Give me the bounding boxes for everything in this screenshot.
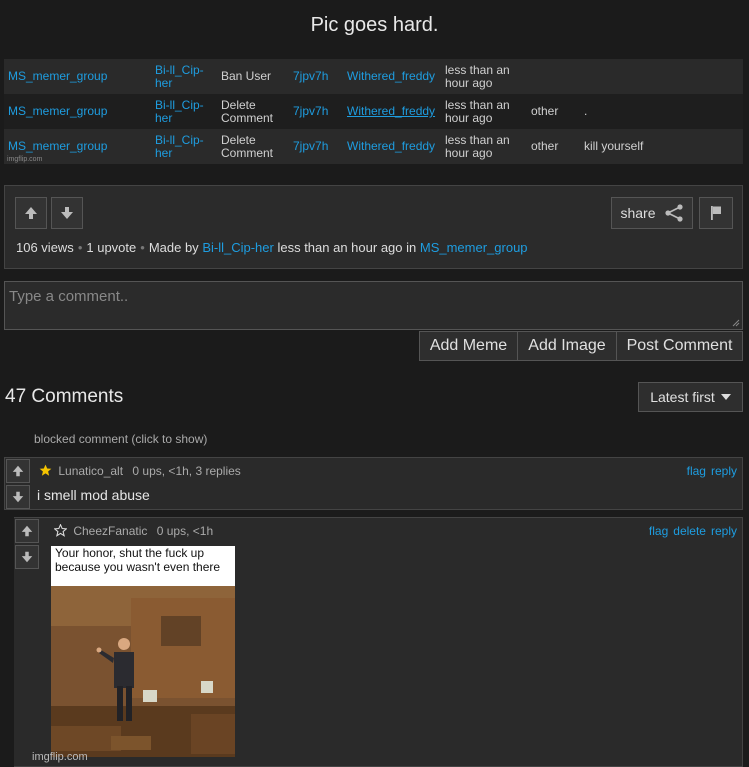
view-count: 106 views (16, 240, 74, 255)
upvote-button[interactable] (15, 197, 47, 229)
arrow-down-icon (21, 551, 33, 563)
sort-dropdown[interactable]: Latest first (638, 382, 743, 412)
comment-actions: flag delete reply (644, 524, 737, 538)
flag-link[interactable]: flag (649, 524, 668, 538)
reply-link[interactable]: reply (711, 464, 737, 478)
share-button[interactable]: share (611, 197, 693, 229)
log-time: less than an hour ago (445, 97, 510, 125)
made-by-label: Made by (148, 240, 199, 255)
comment-meta: 0 ups, <1h, 3 replies (132, 464, 241, 478)
log-reason: other (531, 139, 559, 153)
author-link[interactable]: Bi-ll_Cip-her (202, 240, 274, 255)
share-label: share (620, 205, 656, 221)
log-mod: Bi-ll_Cip-her (155, 132, 204, 160)
mod-log-row: MS_memer_group Bi-ll_Cip-her Delete Comm… (4, 94, 743, 129)
mod-log-row: MS_memer_group Bi-ll_Cip-her Ban User 7j… (4, 59, 743, 94)
delete-link[interactable]: delete (673, 524, 706, 538)
mod-log-row: MS_memer_group Bi-ll_Cip-her Delete Comm… (4, 129, 743, 164)
comment-actions: flag reply (682, 464, 737, 478)
log-id: 7jpv7h (293, 69, 329, 83)
star-outline-icon (53, 523, 68, 537)
log-mod: Bi-ll_Cip-her (155, 97, 204, 125)
image-watermark: imgflip.com (7, 156, 43, 163)
comment-username[interactable]: Lunatico_alt (58, 464, 123, 478)
log-group: MS_memer_group (8, 69, 108, 83)
post-meta: 106 views • 1 upvote • Made by Bi-ll_Cip-her… (16, 240, 528, 255)
log-id: 7jpv7h (293, 104, 329, 118)
post-panel: share 106 views • 1 upvote • Made by Bi-ll_C… (4, 185, 743, 269)
comment-header: CheezFanatic 0 ups, <1h (53, 523, 214, 538)
flag-link[interactable]: flag (687, 464, 706, 478)
log-action: Delete Comment (221, 97, 274, 125)
post-comment-button[interactable]: Post Comment (616, 331, 743, 361)
sort-label: Latest first (650, 389, 715, 405)
comment-upvote-button[interactable] (15, 519, 39, 543)
log-note: . (584, 104, 588, 118)
mod-log-image: MS_memer_group Bi-ll_Cip-her Ban User 7j… (4, 59, 743, 164)
comments-count: 47 Comments (5, 386, 124, 407)
comment-downvote-button[interactable] (6, 485, 30, 509)
share-icon (664, 204, 683, 222)
arrow-down-icon (12, 491, 24, 503)
log-user: Withered_freddy (347, 69, 436, 83)
comment: Lunatico_alt 0 ups, <1h, 3 replies flag r… (4, 457, 743, 510)
comment-downvote-button[interactable] (15, 545, 39, 569)
log-note: kill yourself (584, 139, 644, 153)
meme-caption: Your honor, shut the fuck up because you… (51, 546, 235, 586)
star-icon (39, 464, 52, 476)
add-meme-button[interactable]: Add Meme (419, 331, 518, 361)
comment-placeholder: Type a comment.. (9, 288, 129, 305)
log-id: 7jpv7h (293, 139, 329, 153)
comment-username[interactable]: CheezFanatic (73, 524, 147, 538)
flag-icon (711, 206, 721, 220)
post-time: less than an hour ago in (277, 240, 417, 255)
flag-button[interactable] (699, 197, 733, 229)
downvote-button[interactable] (51, 197, 83, 229)
log-time: less than an hour ago (445, 62, 510, 90)
arrow-up-icon (12, 465, 24, 477)
log-group: MS_memer_group (8, 104, 108, 118)
blocked-comment[interactable]: blocked comment (click to show) (34, 432, 207, 446)
log-time: less than an hour ago (445, 132, 510, 160)
chevron-down-icon (720, 394, 731, 400)
add-image-button[interactable]: Add Image (517, 331, 617, 361)
stream-link[interactable]: MS_memer_group (420, 240, 528, 255)
arrow-down-icon (61, 207, 73, 219)
log-user: Withered_freddy (347, 139, 436, 153)
reply-link[interactable]: reply (711, 524, 737, 538)
comment-header: Lunatico_alt 0 ups, <1h, 3 replies (39, 464, 241, 478)
post-title: Pic goes hard. (310, 14, 439, 36)
arrow-up-icon (25, 207, 37, 219)
log-mod: Bi-ll_Cip-her (155, 62, 204, 90)
log-reason: other (531, 104, 559, 118)
log-action: Delete Comment (221, 132, 274, 160)
log-user: Withered_freddy (347, 104, 436, 118)
comment-upvote-button[interactable] (6, 459, 30, 483)
courtroom-scene (51, 586, 235, 757)
arrow-up-icon (21, 525, 33, 537)
comment-meta: 0 ups, <1h (156, 524, 214, 538)
page-watermark: imgflip.com (32, 751, 88, 763)
comment-text: i smell mod abuse (37, 487, 150, 503)
upvote-count: 1 upvote (86, 240, 137, 255)
log-action: Ban User (221, 69, 272, 83)
resize-handle-icon[interactable] (732, 319, 740, 327)
comment-meme-image[interactable]: Your honor, shut the fuck up because you… (51, 546, 235, 757)
comment-input[interactable]: Type a comment.. (4, 281, 743, 330)
